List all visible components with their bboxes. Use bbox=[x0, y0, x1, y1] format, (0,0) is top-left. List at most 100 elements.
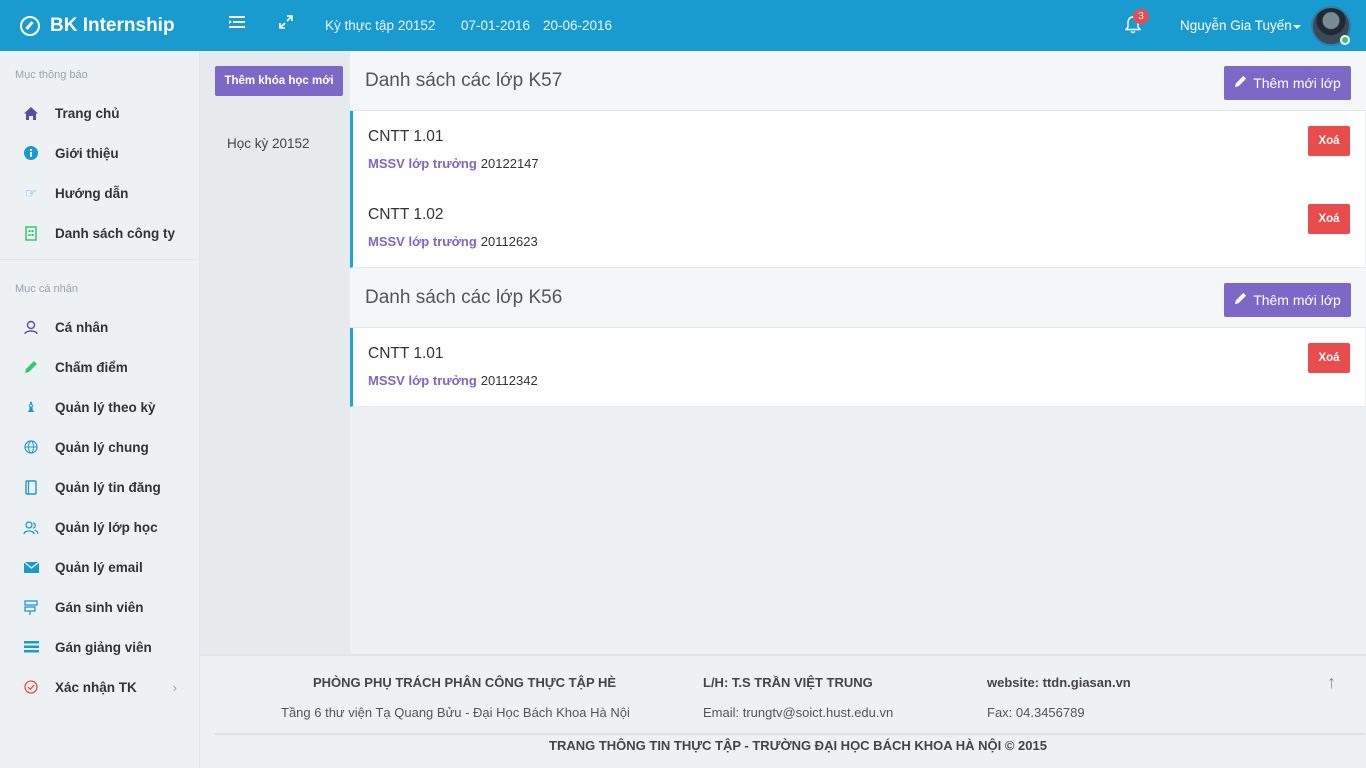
meta-value: 20122147 bbox=[480, 156, 539, 171]
section-title: Danh sách các lớp K56 bbox=[365, 287, 563, 308]
building-icon bbox=[22, 224, 40, 242]
class-row: CNTT 1.01 MSSV lớp trưởng 20122147 Xoá bbox=[350, 111, 1365, 190]
fullscreen-icon[interactable] bbox=[276, 15, 296, 35]
add-course-button[interactable]: Thêm khóa học mới bbox=[215, 66, 343, 96]
home-icon bbox=[22, 104, 40, 122]
class-row: CNTT 1.02 MSSV lớp trưởng 20112623 Xoá bbox=[350, 189, 1365, 268]
footer-office-address: Tầng 6 thư viện Tạ Quang Bửu - Đại Học B… bbox=[281, 705, 630, 720]
sidebar-item-guide[interactable]: ☞ Hướng dẫn bbox=[0, 178, 199, 208]
sidebar-item-label: Quản lý lớp học bbox=[55, 519, 158, 535]
user-icon bbox=[22, 318, 40, 336]
sidebar-item-intro[interactable]: Giới thiệu bbox=[0, 138, 199, 168]
pencil-icon bbox=[1234, 292, 1247, 308]
chevron-down-icon[interactable] bbox=[1293, 25, 1301, 29]
delete-button[interactable]: Xoá bbox=[1308, 343, 1350, 373]
check-circle-icon bbox=[22, 678, 40, 696]
sidebar-item-profile[interactable]: Cá nhân bbox=[0, 312, 199, 342]
term-label: Kỳ thực tập 20152 bbox=[325, 18, 436, 33]
sidebar-item-label: Giới thiệu bbox=[55, 145, 119, 161]
sidebar-item-label: Quản lý theo kỳ bbox=[55, 399, 156, 415]
meta-key: MSSV lớp trưởng bbox=[368, 373, 477, 388]
class-name[interactable]: CNTT 1.01 bbox=[368, 345, 444, 363]
footer-office-title: PHÒNG PHỤ TRÁCH PHÂN CÔNG THỰC TẬP HÈ bbox=[313, 675, 617, 690]
sidebar-item-home[interactable]: Trang chủ bbox=[0, 98, 199, 128]
sidebar-item-label: Gán giảng viên bbox=[55, 639, 152, 655]
footer-contact-email[interactable]: Email: trungtv@soict.hust.edu.vn bbox=[703, 705, 893, 720]
sidebar-item-label: Cá nhân bbox=[55, 319, 109, 335]
sidebar-item-assign-lecturers[interactable]: Gán giảng viên bbox=[0, 632, 199, 662]
menu-toggle-icon[interactable] bbox=[227, 15, 247, 35]
meta-value: 20112623 bbox=[480, 234, 538, 249]
user-menu[interactable]: Nguyễn Gia Tuyến bbox=[1180, 18, 1292, 33]
sidebar-item-label: Gán sinh viên bbox=[55, 599, 144, 615]
delete-button[interactable]: Xoá bbox=[1308, 126, 1350, 156]
sidebar-item-label: Hướng dẫn bbox=[55, 185, 129, 201]
pencil-icon bbox=[22, 358, 40, 376]
online-status-icon bbox=[1340, 35, 1350, 45]
sidebar-item-class-management[interactable]: Quản lý lớp học bbox=[0, 512, 199, 542]
sidebar-item-grading[interactable]: Chấm điểm bbox=[0, 352, 199, 382]
brand[interactable]: BK Internship bbox=[0, 0, 200, 51]
book-icon bbox=[22, 478, 40, 496]
sidebar-item-companies[interactable]: Danh sách công ty bbox=[0, 218, 199, 248]
sidebar-section-title: Mục thông báo bbox=[15, 69, 88, 81]
section-header: Danh sách các lớp K56 Thêm mới lớp bbox=[350, 268, 1366, 328]
sidebar-item-label: Xác nhận TK bbox=[55, 679, 137, 695]
sidebar-item-account-confirm[interactable]: Xác nhận TK › bbox=[0, 672, 199, 702]
class-name[interactable]: CNTT 1.02 bbox=[368, 206, 444, 224]
sidebar-item-label: Quản lý email bbox=[55, 559, 143, 575]
compass-icon bbox=[20, 15, 40, 36]
add-class-label: Thêm mới lớp bbox=[1253, 75, 1341, 91]
sidebar-item-post-management[interactable]: Quản lý tin đăng bbox=[0, 472, 199, 502]
meta-key: MSSV lớp trưởng bbox=[368, 156, 477, 171]
end-date: 20-06-2016 bbox=[543, 18, 613, 33]
footer: PHÒNG PHỤ TRÁCH PHÂN CÔNG THỰC TẬP HÈ Tầ… bbox=[200, 654, 1366, 768]
info-icon bbox=[22, 144, 40, 162]
sidebar-item-email-management[interactable]: Quản lý email bbox=[0, 552, 199, 582]
add-class-button[interactable]: Thêm mới lớp bbox=[1224, 283, 1351, 317]
sidebar-item-label: Chấm điểm bbox=[55, 359, 128, 375]
class-meta: MSSV lớp trưởng 20112623 bbox=[368, 234, 538, 249]
sign-icon bbox=[22, 598, 40, 616]
top-navbar: BK Internship Kỳ thực tập 20152 07-01-20… bbox=[0, 0, 1366, 51]
footer-copyright: TRANG THÔNG TIN THỰC TẬP - TRƯỜNG ĐẠI HỌ… bbox=[549, 738, 1047, 753]
sidebar-item-label: Trang chủ bbox=[55, 105, 120, 121]
arrow-up-icon[interactable]: ↑ bbox=[1327, 672, 1336, 693]
chevron-right-icon: › bbox=[172, 679, 177, 695]
envelope-icon bbox=[22, 558, 40, 576]
users-icon bbox=[22, 518, 40, 536]
footer-divider bbox=[215, 733, 1365, 735]
notification-badge: 3 bbox=[1133, 9, 1149, 24]
chess-icon: ♝ bbox=[24, 398, 38, 415]
hand-point-icon: ☞ bbox=[24, 184, 38, 201]
footer-website[interactable]: website: ttdn.giasan.vn bbox=[987, 675, 1131, 690]
add-class-button[interactable]: Thêm mới lớp bbox=[1224, 66, 1351, 100]
class-meta: MSSV lớp trưởng 20112342 bbox=[368, 373, 538, 388]
sidebar-item-term-management[interactable]: ♝ Quản lý theo kỳ bbox=[0, 392, 199, 422]
sidebar-item-label: Danh sách công ty bbox=[55, 225, 176, 241]
class-meta: MSSV lớp trưởng 20122147 bbox=[368, 156, 539, 171]
sidebar-item-label: Quản lý chung bbox=[55, 439, 149, 455]
course-panel: Thêm khóa học mới Học kỳ 20152 bbox=[200, 51, 350, 654]
start-date: 07-01-2016 bbox=[461, 18, 531, 33]
meta-value: 20112342 bbox=[480, 373, 538, 388]
footer-fax: Fax: 04.3456789 bbox=[987, 705, 1085, 720]
delete-button[interactable]: Xoá bbox=[1308, 204, 1350, 234]
section-title: Danh sách các lớp K57 bbox=[365, 70, 563, 91]
sidebar: Mục thông báo Trang chủ Giới thiệu ☞ Hướ… bbox=[0, 51, 200, 768]
sidebar-item-label: Quản lý tin đăng bbox=[55, 479, 161, 495]
class-name[interactable]: CNTT 1.01 bbox=[368, 128, 444, 146]
footer-contact-title: L/H: T.S TRẦN VIỆT TRUNG bbox=[703, 675, 873, 690]
globe-icon bbox=[22, 438, 40, 456]
sidebar-item-general-management[interactable]: Quản lý chung bbox=[0, 432, 199, 462]
class-row: CNTT 1.01 MSSV lớp trưởng 20112342 Xoá bbox=[350, 328, 1365, 407]
main-content: Danh sách các lớp K57 Thêm mới lớp CNTT … bbox=[350, 51, 1366, 654]
section-header: Danh sách các lớp K57 Thêm mới lớp bbox=[350, 51, 1366, 111]
brand-title: BK Internship bbox=[50, 14, 175, 36]
add-class-label: Thêm mới lớp bbox=[1253, 292, 1341, 308]
sidebar-item-assign-students[interactable]: Gán sinh viên bbox=[0, 592, 199, 622]
sidebar-divider bbox=[0, 259, 199, 260]
course-item[interactable]: Học kỳ 20152 bbox=[227, 136, 310, 151]
sidebar-section-title: Mục cá nhân bbox=[15, 283, 78, 295]
list-icon bbox=[22, 638, 40, 656]
